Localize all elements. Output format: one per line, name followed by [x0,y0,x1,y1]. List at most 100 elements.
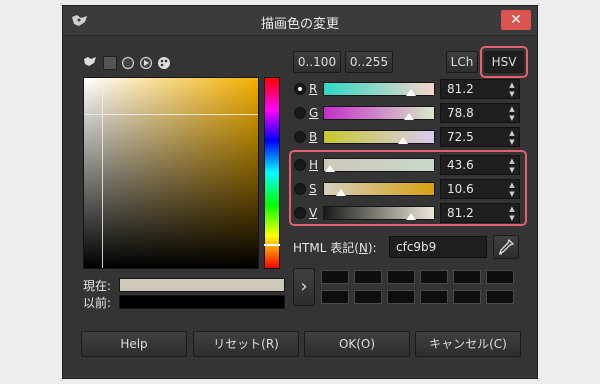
channel-value: 81.2 [447,206,474,220]
channel-slider-r[interactable] [323,82,435,96]
spin-down-icon[interactable]: ▼ [507,114,517,123]
history-swatch[interactable] [354,290,382,304]
triangle-selector-icon[interactable] [139,56,153,70]
channel-value: 72.5 [447,130,474,144]
spin-up-icon[interactable]: ▲ [507,205,517,214]
html-notation-label: HTML 表記(N): [293,241,377,255]
channel-slider-thumb[interactable] [325,165,335,172]
channel-radio-h[interactable] [294,159,306,171]
channel-label-b: B [309,130,318,144]
spin-down-icon[interactable]: ▼ [507,138,517,147]
channel-slider-thumb[interactable] [403,113,414,120]
color-dialog: 描画色の変更 ✕ 現在: 以前: 0..100 0..255 LCh HSV R… [62,5,538,379]
spin-arrows[interactable]: ▲ ▼ [507,156,517,174]
history-swatch[interactable] [420,270,448,284]
history-swatch[interactable] [486,270,514,284]
channel-slider-h[interactable] [323,158,435,172]
channel-slider-s[interactable] [323,182,435,196]
ok-button[interactable]: OK(O) [304,331,410,357]
channel-slider-thumb[interactable] [335,189,346,196]
current-color-swatch [119,278,285,292]
history-swatch[interactable] [486,290,514,304]
titlebar: 描画色の変更 ✕ [63,6,537,36]
channel-radio-b[interactable] [294,131,306,143]
channel-value: 43.6 [447,158,474,172]
close-icon: ✕ [510,12,522,28]
color-picker-area[interactable] [83,77,259,269]
channel-slider-g[interactable] [323,106,435,120]
history-swatch[interactable] [453,290,481,304]
hue-strip[interactable] [264,77,280,269]
channel-value: 78.8 [447,106,474,120]
palette-selector-icon[interactable] [157,56,171,70]
range-0-100-button[interactable]: 0..100 [293,51,341,73]
channel-value: 10.6 [447,182,474,196]
history-swatch[interactable] [321,290,349,304]
channel-label-r: R [309,82,318,96]
channel-spinbox-r[interactable]: 81.2 ▲ ▼ [440,79,520,99]
eyedropper-button[interactable] [493,235,519,259]
spin-arrows[interactable]: ▲ ▼ [507,128,517,146]
cancel-button[interactable]: キャンセル(C) [415,331,521,357]
spin-down-icon[interactable]: ▼ [507,190,517,199]
channel-radio-s[interactable] [294,183,306,195]
channel-spinbox-g[interactable]: 78.8 ▲ ▼ [440,103,520,123]
channel-slider-thumb[interactable] [406,89,417,96]
channel-spinbox-s[interactable]: 10.6 ▲ ▼ [440,179,520,199]
spin-down-icon[interactable]: ▼ [507,166,517,175]
channel-slider-v[interactable] [323,206,435,220]
eyedropper-icon [498,238,515,258]
channel-spinbox-v[interactable]: 81.2 ▲ ▼ [440,203,520,223]
channel-radio-g[interactable] [294,107,306,119]
spin-up-icon[interactable]: ▲ [507,129,517,138]
range-0-255-button[interactable]: 0..255 [345,51,393,73]
channel-radio-v[interactable] [294,207,306,219]
previous-color-swatch [119,295,285,309]
history-forward-button[interactable]: › [293,268,315,306]
history-swatch[interactable] [321,270,349,284]
gimp-selector-icon[interactable] [83,56,97,70]
close-button[interactable]: ✕ [501,10,531,30]
channel-label-s: S [309,182,317,196]
window-title: 描画色の変更 [260,17,339,32]
channel-spinbox-h[interactable]: 43.6 ▲ ▼ [440,155,520,175]
current-label: 現在: [83,279,112,293]
spin-arrows[interactable]: ▲ ▼ [507,204,517,222]
spin-up-icon[interactable]: ▲ [507,157,517,166]
hex-input[interactable]: cfc9b9 [389,236,487,258]
channel-value: 81.2 [447,82,474,96]
hsv-button[interactable]: HSV [484,51,524,73]
channel-label-v: V [309,206,318,220]
spin-arrows[interactable]: ▲ ▼ [507,180,517,198]
reset-button[interactable]: リセット(R) [193,331,299,357]
hue-marker[interactable] [264,244,280,246]
channel-slider-b[interactable] [323,130,435,144]
history-swatch[interactable] [354,270,382,284]
channel-slider-thumb[interactable] [406,213,417,220]
spin-up-icon[interactable]: ▲ [507,81,517,90]
history-swatch[interactable] [387,270,415,284]
spin-up-icon[interactable]: ▲ [507,105,517,114]
circle-selector-icon[interactable] [121,56,135,70]
spin-down-icon[interactable]: ▼ [507,90,517,99]
channel-radio-r[interactable] [294,83,306,95]
help-button[interactable]: Help [81,331,187,357]
channel-label-g: G [309,106,319,120]
lch-button[interactable]: LCh [446,51,478,73]
spin-down-icon[interactable]: ▼ [507,214,517,223]
spin-arrows[interactable]: ▲ ▼ [507,80,517,98]
history-swatch[interactable] [420,290,448,304]
spin-up-icon[interactable]: ▲ [507,181,517,190]
watercolor-selector-icon[interactable] [103,56,117,70]
previous-label: 以前: [83,296,112,310]
help-button-label: Help [120,337,148,351]
history-swatch[interactable] [453,270,481,284]
spin-arrows[interactable]: ▲ ▼ [507,104,517,122]
history-swatch[interactable] [387,290,415,304]
picker-crosshair-horizontal [84,114,258,115]
selector-tabs [83,56,183,72]
channel-spinbox-b[interactable]: 72.5 ▲ ▼ [440,127,520,147]
channel-slider-thumb[interactable] [397,137,408,144]
picker-crosshair-vertical [102,78,103,268]
channel-label-h: H [309,158,319,172]
